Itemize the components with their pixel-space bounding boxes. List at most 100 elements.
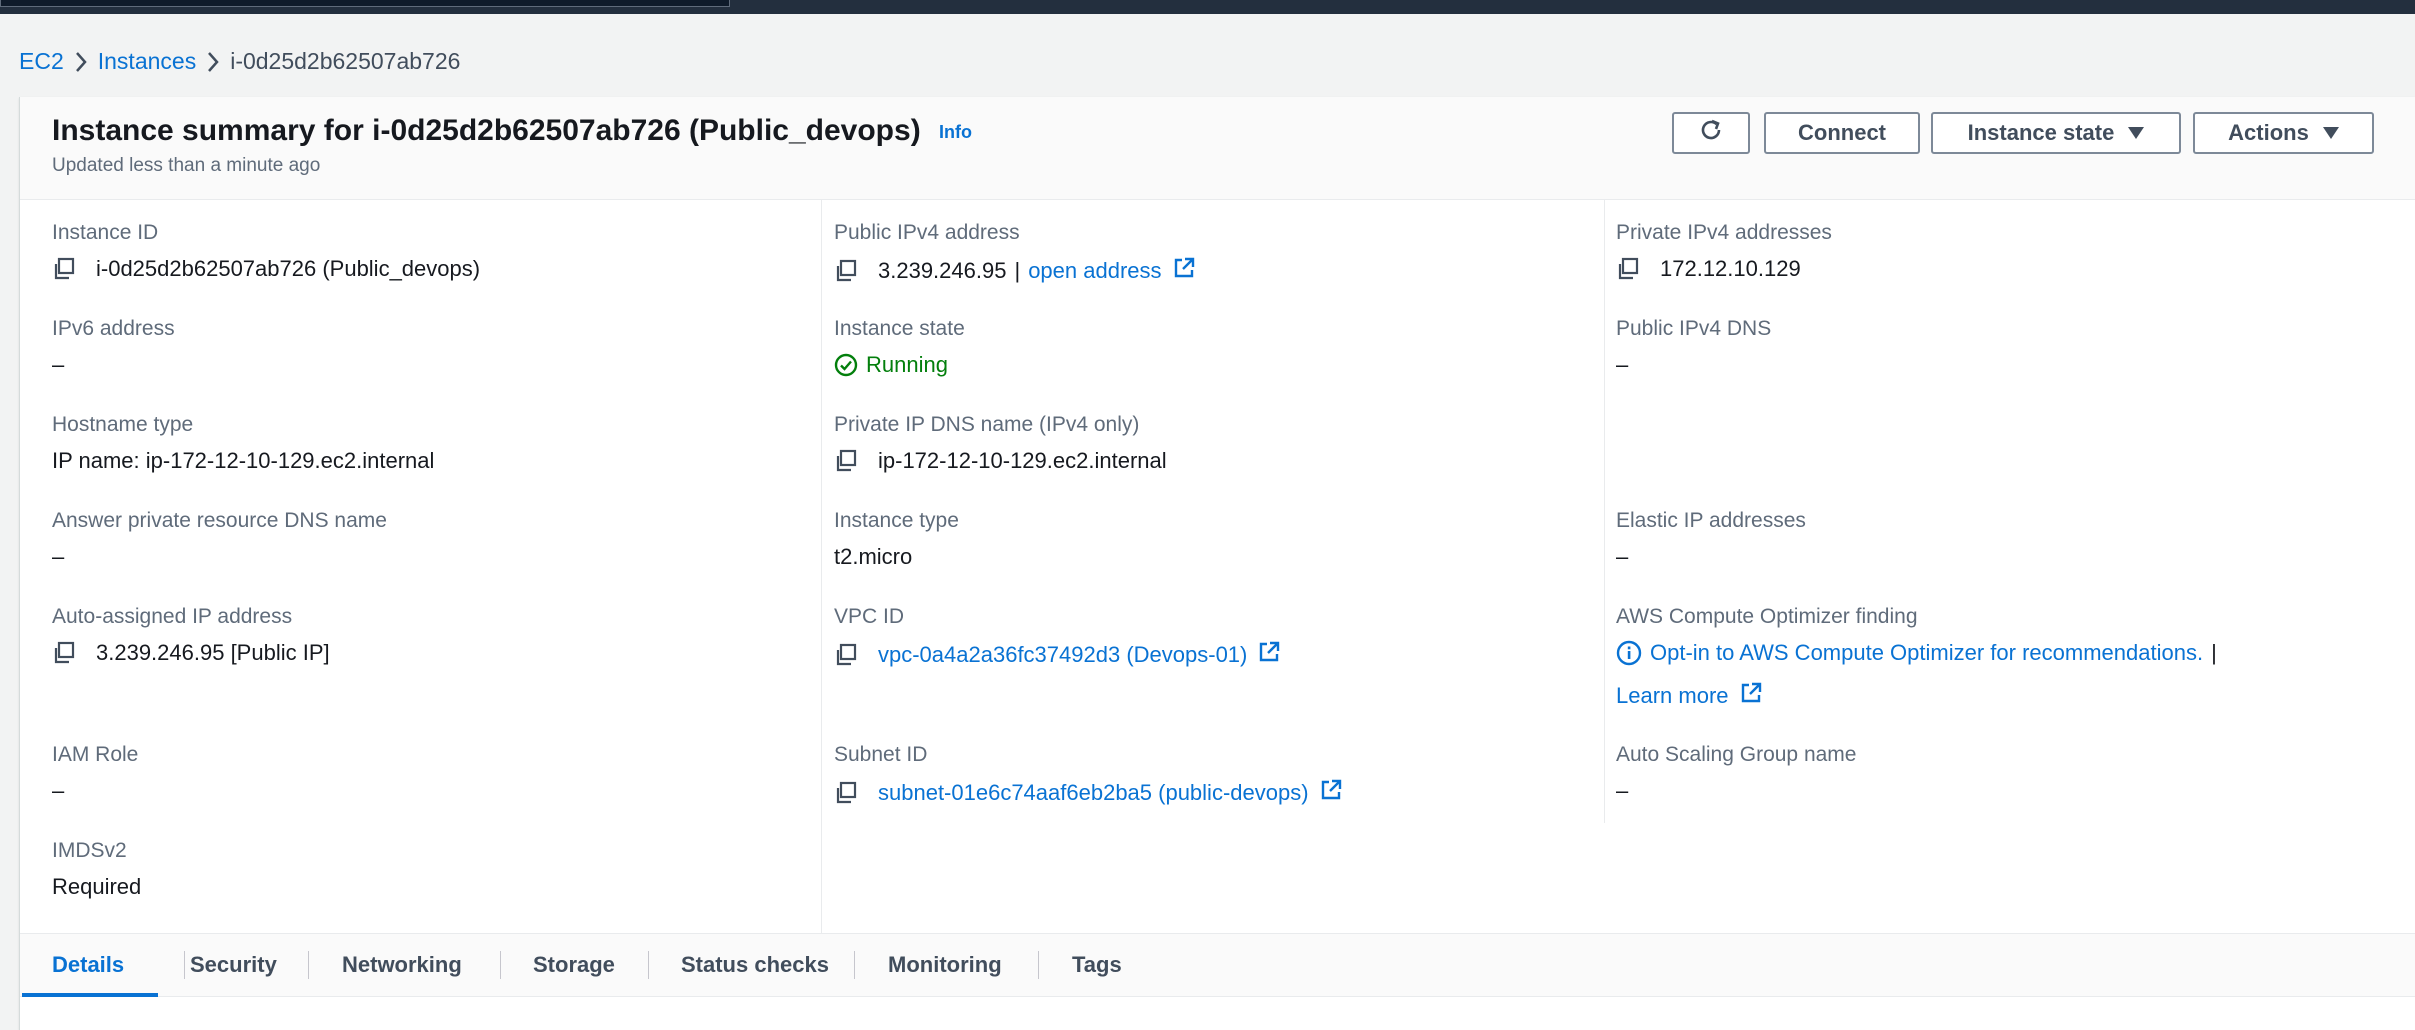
field-value: 3.239.246.95 | open address — [834, 256, 1196, 286]
tab-divider — [854, 951, 855, 979]
field-label: IAM Role — [52, 743, 139, 766]
hostname-type-value: IP name: ip-172-12-10-129.ec2.internal — [52, 448, 435, 473]
tab-networking[interactable]: Networking — [342, 934, 462, 996]
field-compute-optimizer: AWS Compute Optimizer finding Opt-in to … — [1616, 605, 2217, 708]
value-divider: | — [1014, 258, 1021, 283]
field-value: 172.12.10.129 — [1616, 256, 1801, 282]
subnet-id-link[interactable]: subnet-01e6c74aaf6eb2ba5 (public-devops) — [878, 780, 1309, 806]
field-value: Running — [834, 352, 948, 378]
field-private-dns: Private IP DNS name (IPv4 only) ip-172-1… — [834, 413, 1167, 473]
field-label: IPv6 address — [52, 317, 175, 340]
field-label: Hostname type — [52, 413, 194, 436]
field-label: Instance state — [834, 317, 965, 340]
instance-summary-panel: Instance summary for i-0d25d2b62507ab726… — [19, 97, 2415, 1030]
imdsv2-value: Required — [52, 874, 142, 899]
field-label: Instance ID — [52, 221, 159, 244]
page-title-text: Instance summary for i-0d25d2b62507ab726… — [52, 114, 921, 147]
field-value: subnet-01e6c74aaf6eb2ba5 (public-devops) — [834, 778, 1343, 808]
status-success-icon — [834, 353, 858, 377]
page-title: Instance summary for i-0d25d2b62507ab726… — [52, 114, 972, 148]
tab-details[interactable]: Details — [52, 934, 124, 996]
field-auto-ip: Auto-assigned IP address 3.239.246.95 [P… — [52, 605, 330, 665]
chevron-right-icon — [64, 48, 98, 75]
copy-icon[interactable] — [834, 449, 858, 473]
column-divider — [821, 199, 822, 933]
open-address-link[interactable]: open address — [1028, 258, 1161, 284]
field-ipv6: IPv6 address – — [52, 317, 175, 377]
field-auto-scaling-group: Auto Scaling Group name – — [1616, 743, 1857, 803]
details-tab-bar: Details Security Networking Storage Stat… — [20, 933, 2415, 997]
field-label: AWS Compute Optimizer finding — [1616, 605, 1918, 628]
tab-storage[interactable]: Storage — [533, 934, 615, 996]
copy-icon[interactable] — [52, 257, 76, 281]
external-link-icon[interactable] — [1319, 778, 1343, 808]
external-link-icon[interactable] — [1257, 640, 1281, 670]
private-ipv4-value: 172.12.10.129 — [1660, 256, 1801, 281]
compute-optimizer-optin-link[interactable]: Opt-in to AWS Compute Optimizer for reco… — [1650, 640, 2203, 666]
field-value: 3.239.246.95 [Public IP] — [52, 640, 330, 666]
field-answer-dns: Answer private resource DNS name – — [52, 509, 387, 569]
tab-divider — [648, 951, 649, 979]
chevron-right-icon — [196, 48, 230, 75]
breadcrumb-ec2[interactable]: EC2 — [19, 48, 64, 75]
global-search-field[interactable] — [0, 0, 730, 7]
panel-header: Instance summary for i-0d25d2b62507ab726… — [20, 97, 2415, 200]
field-label: Instance type — [834, 509, 959, 532]
ipv6-value: – — [52, 352, 65, 377]
vpc-id-link[interactable]: vpc-0a4a2a36fc37492d3 (Devops-01) — [878, 642, 1247, 668]
field-instance-state: Instance state Running — [834, 317, 965, 377]
field-iam-role: IAM Role – — [52, 743, 139, 803]
field-vpc-id: VPC ID vpc-0a4a2a36fc37492d3 (Devops-01) — [834, 605, 1280, 667]
actions-dropdown[interactable]: Actions — [2193, 112, 2374, 154]
field-hostname-type: Hostname type IP name: ip-172-12-10-129.… — [52, 413, 434, 473]
field-private-ipv4: Private IPv4 addresses 172.12.10.129 — [1616, 221, 1832, 281]
instance-state-label: Instance state — [1967, 120, 2115, 145]
last-updated-text: Updated less than a minute ago — [52, 155, 321, 176]
breadcrumb: EC2 Instances i-0d25d2b62507ab726 — [19, 44, 460, 78]
tab-status-checks[interactable]: Status checks — [681, 934, 829, 996]
external-link-icon[interactable] — [1739, 681, 1763, 711]
private-dns-value: ip-172-12-10-129.ec2.internal — [878, 448, 1167, 473]
field-label: Public IPv4 DNS — [1616, 317, 1772, 340]
field-label: Auto Scaling Group name — [1616, 743, 1857, 766]
field-label: Private IP DNS name (IPv4 only) — [834, 413, 1140, 436]
breadcrumb-instances[interactable]: Instances — [98, 48, 196, 75]
external-link-icon[interactable] — [1172, 256, 1196, 286]
field-label: Private IPv4 addresses — [1616, 221, 1832, 244]
copy-icon[interactable] — [52, 641, 76, 665]
field-label: VPC ID — [834, 605, 905, 628]
refresh-button[interactable] — [1672, 112, 1750, 154]
field-public-ipv4: Public IPv4 address 3.239.246.95 | open … — [834, 221, 1194, 283]
actions-label: Actions — [2228, 120, 2309, 145]
info-link[interactable]: Info — [939, 122, 972, 142]
tab-tags[interactable]: Tags — [1072, 934, 1122, 996]
copy-icon[interactable] — [834, 781, 858, 805]
tab-divider — [1038, 951, 1039, 979]
asg-value: – — [1616, 778, 1629, 803]
tab-divider — [184, 951, 185, 979]
refresh-icon — [1697, 116, 1725, 150]
caret-down-icon — [2128, 127, 2145, 139]
breadcrumb-current: i-0d25d2b62507ab726 — [230, 47, 461, 74]
copy-icon[interactable] — [1616, 257, 1640, 281]
top-navigation-bar — [0, 0, 2415, 14]
field-label: IMDSv2 — [52, 839, 127, 862]
field-label: Public IPv4 address — [834, 221, 1020, 244]
public-ipv4-value: 3.239.246.95 — [878, 258, 1007, 283]
copy-icon[interactable] — [834, 259, 858, 283]
learn-more-link[interactable]: Learn more — [1616, 683, 1729, 709]
connect-button-label: Connect — [1798, 120, 1886, 145]
tab-security[interactable]: Security — [190, 934, 277, 996]
copy-icon[interactable] — [834, 643, 858, 667]
caret-down-icon — [2322, 127, 2339, 139]
answer-dns-value: – — [52, 544, 65, 569]
field-label: Auto-assigned IP address — [52, 605, 293, 628]
field-instance-id: Instance ID i-0d25d2b62507ab726 (Public_… — [52, 221, 480, 281]
elastic-ip-value: – — [1616, 544, 1629, 569]
auto-ip-value: 3.239.246.95 [Public IP] — [96, 640, 330, 665]
connect-button[interactable]: Connect — [1764, 112, 1920, 154]
instance-state-dropdown[interactable]: Instance state — [1931, 112, 2181, 154]
tab-monitoring[interactable]: Monitoring — [888, 934, 1002, 996]
public-dns-value: – — [1616, 352, 1629, 377]
field-value: Learn more — [1616, 681, 1763, 711]
